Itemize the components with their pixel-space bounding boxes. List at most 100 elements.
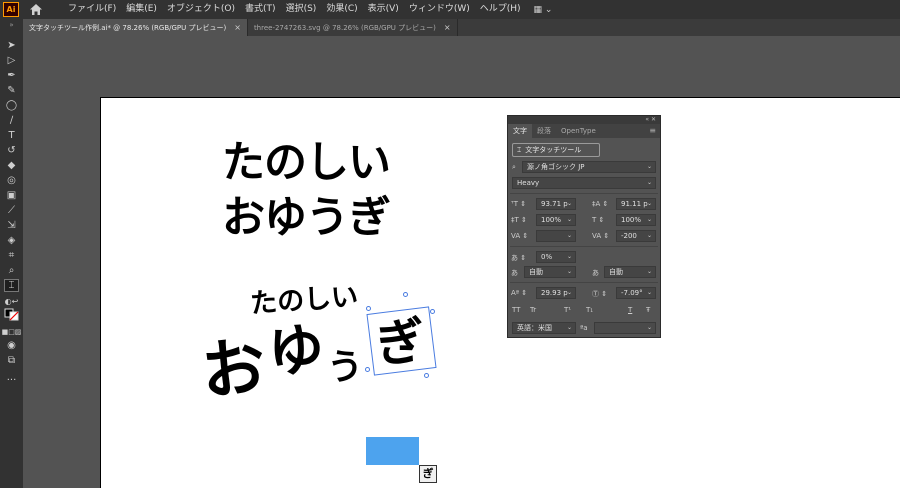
menu-edit[interactable]: 編集(E)	[121, 0, 162, 19]
subscript-button[interactable]: T₁	[586, 306, 593, 314]
workspace-switcher-icon[interactable]: ▦ ⌄	[534, 5, 553, 15]
home-icon[interactable]	[29, 3, 43, 16]
menu-help[interactable]: ヘルプ(H)	[475, 0, 526, 19]
free-transform-tool-icon[interactable]: ▣	[4, 189, 19, 202]
artboard-tool-icon[interactable]: ⌗	[4, 249, 19, 262]
selection-handle[interactable]	[424, 373, 429, 378]
touch-type-bounding-box[interactable]	[366, 306, 437, 376]
close-icon[interactable]: ×	[444, 23, 451, 32]
heading-line2[interactable]: おゆうぎ	[222, 183, 391, 245]
menu-file[interactable]: ファイル(F)	[63, 0, 121, 19]
selection-handle[interactable]	[366, 306, 371, 311]
character-rotation-icon: Ⓣ ⇕	[592, 290, 608, 298]
touch-type-tool-icon[interactable]: ⌶	[4, 279, 19, 292]
chevron-down-icon: ⌄	[646, 200, 652, 207]
aki-right-value: 自動	[609, 268, 623, 276]
font-style-select[interactable]: Heavy ⌄	[512, 177, 656, 189]
chevron-down-icon: ⌄	[566, 268, 572, 275]
glyph-tag: ぎ	[419, 465, 437, 483]
ellipse-tool-icon[interactable]: ◯	[4, 99, 19, 112]
eraser-tool-icon[interactable]: ◆	[4, 159, 19, 172]
blue-rectangle[interactable]	[366, 437, 419, 465]
language-value: 英語：米国	[517, 324, 552, 332]
tab-opentype[interactable]: OpenType	[556, 124, 601, 138]
leading-field[interactable]: 91.11 p ⌄	[616, 198, 656, 210]
anti-aliasing-select[interactable]: ⌄	[594, 322, 656, 334]
tab-document-2[interactable]: three-2747263.svg @ 78.26% (RGB/GPU プレビュ…	[247, 19, 458, 36]
panel-tabs: 文字 段落 OpenType ≡	[508, 124, 660, 138]
menu-window[interactable]: ウィンドウ(W)	[404, 0, 475, 19]
tab-document-1[interactable]: 文字タッチツール作例.ai* @ 78.26% (RGB/GPU プレビュー) …	[23, 19, 248, 36]
touched-char-yu[interactable]: ゆ	[266, 305, 326, 389]
touched-char-u[interactable]: う	[327, 338, 363, 390]
more-tools-icon[interactable]: ···	[4, 374, 19, 387]
chevron-down-icon: ⌄	[566, 289, 572, 296]
tab-paragraph[interactable]: 段落	[532, 124, 556, 138]
vertical-scale-field[interactable]: 100% ⌄	[536, 214, 576, 226]
screen-mode-icon[interactable]: ⧉	[4, 354, 19, 367]
language-select[interactable]: 英語：米国 ⌄	[512, 322, 576, 334]
close-icon[interactable]: ×	[234, 23, 241, 32]
color-mode-icon[interactable]: ■□▨	[2, 325, 22, 338]
selection-handle[interactable]	[430, 309, 435, 314]
aki-left-value: 自動	[529, 268, 543, 276]
horizontal-scale-field[interactable]: 100% ⌄	[616, 214, 656, 226]
draw-mode-icon[interactable]: ◉	[4, 339, 19, 352]
type-tool-icon[interactable]: T	[4, 129, 19, 142]
panel-collapse-icon[interactable]: « ✕	[508, 116, 660, 124]
chevron-down-icon: ⌄	[566, 232, 572, 239]
aki-right-select[interactable]: 自動 ⌄	[604, 266, 656, 278]
document-tabs: 文字タッチツール作例.ai* @ 78.26% (RGB/GPU プレビュー) …	[23, 19, 900, 36]
all-caps-button[interactable]: TT	[512, 306, 520, 314]
rotate-tool-icon[interactable]: ↺	[4, 144, 19, 157]
eyedropper-tool-icon[interactable]: ⟋	[4, 204, 19, 217]
menu-view[interactable]: 表示(V)	[363, 0, 404, 19]
touch-type-tool-button[interactable]: ⌶ 文字タッチツール	[512, 143, 600, 157]
strikethrough-button[interactable]: Ŧ	[646, 306, 650, 314]
baseline-shift-field[interactable]: 29.93 p ⌄	[536, 287, 576, 299]
menu-object[interactable]: オブジェクト(O)	[162, 0, 240, 19]
warp-tool-icon[interactable]: ◎	[4, 174, 19, 187]
zoom-tool-icon[interactable]: ⌕	[4, 264, 19, 277]
collapse-icon[interactable]: »	[0, 19, 23, 31]
aki-left-select[interactable]: 自動 ⌄	[524, 266, 576, 278]
tsume-field[interactable]: 0% ⌄	[536, 251, 576, 263]
swap-colors-icon[interactable]: ◐↩	[4, 295, 19, 308]
curvature-tool-icon[interactable]: ✎	[4, 84, 19, 97]
symbol-sprayer-tool-icon[interactable]: ◈	[4, 234, 19, 247]
artboard[interactable]	[100, 97, 900, 488]
font-style-value: Heavy	[517, 179, 540, 187]
tracking-field[interactable]: -200 ⌄	[616, 230, 656, 242]
character-rotation-field[interactable]: -7.09° ⌄	[616, 287, 656, 299]
menu-select[interactable]: 選択(S)	[281, 0, 322, 19]
paintbrush-tool-icon[interactable]: ∕	[4, 114, 19, 127]
pen-tool-icon[interactable]: ✒	[4, 69, 19, 82]
tsume-icon: あ ⇕	[511, 254, 527, 262]
underline-button[interactable]: T	[628, 306, 632, 314]
rotate-handle[interactable]	[403, 292, 408, 297]
font-size-field[interactable]: 93.71 p ⌄	[536, 198, 576, 210]
selection-handle[interactable]	[365, 367, 370, 372]
touched-char-o[interactable]: お	[196, 315, 269, 413]
small-caps-button[interactable]: Tr	[530, 306, 536, 314]
panel-menu-icon[interactable]: ≡	[649, 124, 656, 138]
fill-stroke-icon[interactable]	[4, 308, 19, 321]
kerning-field[interactable]: ⌄	[536, 230, 576, 242]
heading-line1[interactable]: たのしい	[222, 128, 391, 190]
chevron-down-icon: ⌄	[646, 163, 652, 170]
tracking-value: -200	[621, 232, 637, 240]
selection-tool-icon[interactable]: ➤	[4, 39, 19, 52]
kerning-icon: VA ⇕	[511, 232, 529, 240]
direct-selection-tool-icon[interactable]: ▷	[4, 54, 19, 67]
menu-type[interactable]: 書式(T)	[240, 0, 281, 19]
font-family-value: 源ノ角ゴシック JP	[527, 163, 585, 171]
superscript-button[interactable]: T¹	[564, 306, 571, 314]
blend-tool-icon[interactable]: ⇲	[4, 219, 19, 232]
font-family-select[interactable]: 源ノ角ゴシック JP ⌄	[522, 161, 656, 173]
character-rotation-value: -7.09°	[621, 289, 643, 297]
aki-left-icon: あ	[511, 269, 518, 277]
menu-bar: Ai ファイル(F) 編集(E) オブジェクト(O) 書式(T) 選択(S) 効…	[0, 0, 900, 19]
tab-character[interactable]: 文字	[508, 124, 532, 138]
touch-type-icon: ⌶	[517, 145, 522, 154]
menu-effect[interactable]: 効果(C)	[321, 0, 362, 19]
